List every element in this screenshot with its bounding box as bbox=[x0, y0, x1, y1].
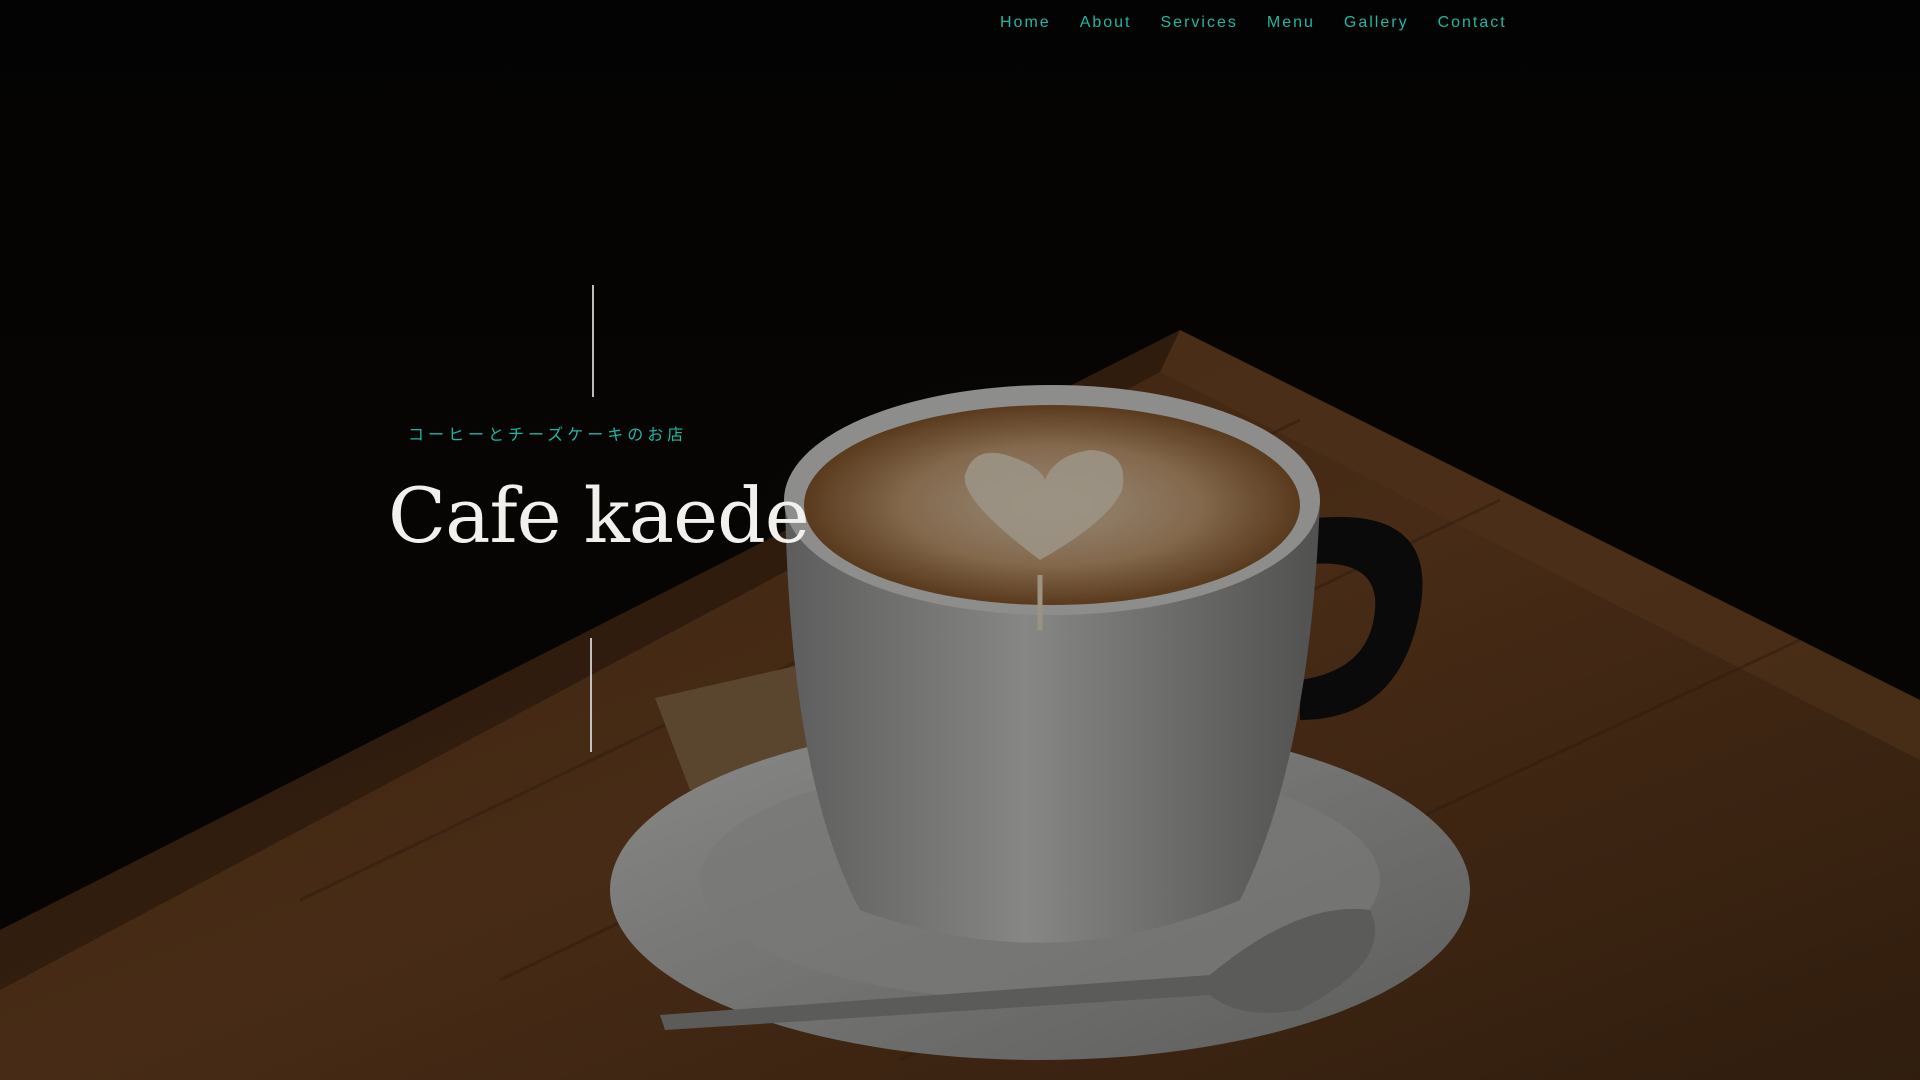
nav-services-link[interactable]: Services bbox=[1161, 14, 1238, 32]
hero-section: Home About Services Menu Gallery Contact… bbox=[0, 0, 1920, 1080]
hero-tagline: コーヒーとチーズケーキのお店 bbox=[408, 425, 688, 444]
main-nav: Home About Services Menu Gallery Contact bbox=[1000, 6, 1560, 40]
coffee-cup-photo bbox=[0, 0, 1920, 1080]
divider-top bbox=[592, 285, 594, 397]
nav-about-link[interactable]: About bbox=[1080, 14, 1132, 32]
hero-title: Cafe kaede bbox=[388, 471, 810, 560]
divider-bottom bbox=[590, 638, 592, 752]
nav-home-link[interactable]: Home bbox=[1000, 14, 1051, 32]
nav-gallery-link[interactable]: Gallery bbox=[1344, 14, 1409, 32]
nav-menu-link[interactable]: Menu bbox=[1267, 14, 1315, 32]
nav-contact-link[interactable]: Contact bbox=[1438, 14, 1507, 32]
